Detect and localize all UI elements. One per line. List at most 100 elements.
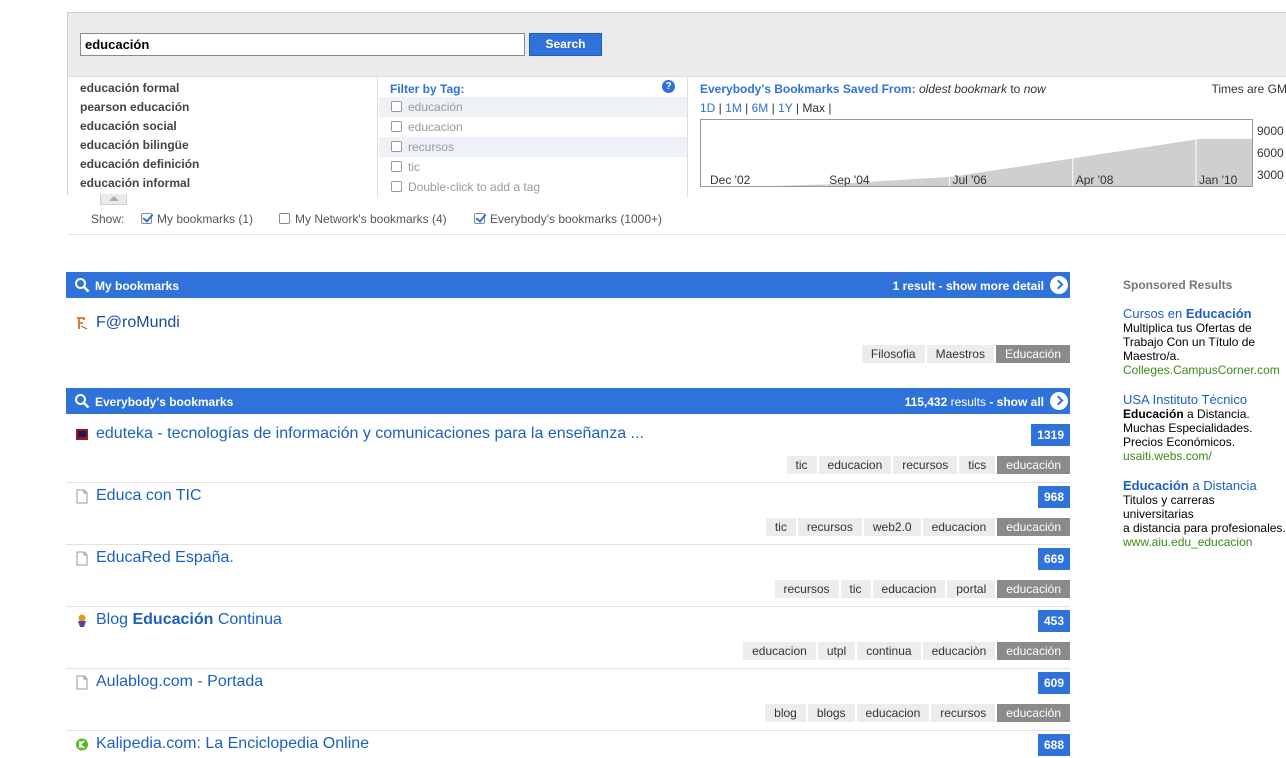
range-1m[interactable]: 1M — [725, 101, 742, 115]
checkbox-icon[interactable] — [391, 141, 402, 152]
related-search-link[interactable]: educación bilingüe — [80, 138, 380, 157]
add-tag-placeholder: Double-click to add a tag — [408, 180, 541, 194]
ad-title-text: a Distancia — [1188, 478, 1257, 493]
divider — [66, 668, 1070, 669]
save-count-badge[interactable]: 1319 — [1031, 424, 1070, 446]
show-my-bookmarks[interactable]: My bookmarks (1) — [141, 212, 253, 226]
save-count-badge[interactable]: 669 — [1037, 548, 1070, 570]
help-icon[interactable]: ? — [662, 80, 675, 93]
related-search-link[interactable]: educación definición — [80, 157, 380, 176]
save-count-badge[interactable]: 609 — [1037, 672, 1070, 694]
save-count-badge[interactable]: 688 — [1037, 734, 1070, 756]
tag[interactable]: educacion — [856, 704, 930, 722]
tag[interactable]: recursos — [893, 456, 958, 474]
checkbox-icon[interactable] — [279, 213, 290, 224]
tag-highlighted[interactable]: educación — [997, 642, 1070, 660]
filter-tag-item[interactable]: educación — [379, 97, 687, 117]
bookmark-title-link[interactable]: EducaRed España. — [96, 549, 234, 567]
tag[interactable]: educacion — [922, 518, 996, 536]
save-count-badge[interactable]: 453 — [1037, 610, 1070, 632]
x-tick-label: Jul '06 — [953, 173, 988, 187]
tag[interactable]: educaciòn — [922, 642, 996, 660]
tag-highlighted[interactable]: educación — [997, 518, 1070, 536]
checkbox-icon[interactable] — [391, 181, 402, 192]
bookmark-title-link[interactable]: Educa con TIC — [96, 487, 202, 505]
checkbox-icon[interactable] — [391, 101, 402, 112]
tag-highlighted[interactable]: educación — [997, 456, 1070, 474]
bookmark-title-link[interactable]: F@roMundi — [96, 314, 180, 332]
filter-tag-item[interactable]: tic — [379, 157, 687, 177]
tag[interactable]: portal — [947, 580, 996, 598]
related-search-link[interactable]: educación social — [80, 119, 380, 138]
x-tick-label: Apr '08 — [1076, 173, 1114, 187]
checkbox-icon[interactable] — [391, 121, 402, 132]
search-input[interactable] — [80, 33, 525, 56]
show-all-link[interactable]: 115,432 results - show all — [905, 395, 1044, 409]
search-button[interactable]: Search — [529, 33, 602, 56]
tag-list: blog blogs educacion recursos educación — [765, 704, 1070, 722]
tag[interactable]: Maestros — [926, 345, 994, 363]
tag[interactable]: continua — [857, 642, 921, 660]
tag[interactable]: educacion — [743, 642, 816, 660]
tag[interactable]: blog — [765, 704, 806, 722]
tag-list: recursos tic educacion portal educación — [774, 580, 1070, 598]
checkbox-icon[interactable] — [391, 161, 402, 172]
tag[interactable]: utpl — [817, 642, 856, 660]
bookmark-title-link[interactable]: Aulablog.com - Portada — [96, 673, 263, 691]
collapse-panel-tab[interactable] — [100, 194, 127, 205]
ad-url[interactable]: Colleges.CampusCorner.com — [1123, 363, 1286, 378]
tag[interactable]: tic — [765, 518, 796, 536]
ad-title-link[interactable]: Educación a Distancia — [1123, 478, 1286, 493]
show-more-detail-link[interactable]: 1 result - show more detail — [893, 279, 1044, 293]
show-everybody-bookmarks[interactable]: Everybody's bookmarks (1000+) — [474, 212, 662, 226]
tag-highlighted[interactable]: Educación — [995, 345, 1070, 363]
faromundi-icon — [77, 317, 88, 330]
save-count-badge[interactable]: 968 — [1037, 486, 1070, 508]
tag[interactable]: Filosofia — [861, 345, 925, 363]
bookmarks-history-chart[interactable]: Dec '02 Sep '04 Jul '06 Apr '08 Jan '10 — [700, 119, 1253, 187]
sponsored-ad: USA Instituto Técnico Educación a Distan… — [1123, 392, 1286, 464]
bookmark-title-link[interactable]: Kalipedia.com: La Enciclopedia Online — [96, 735, 369, 753]
related-search-link[interactable]: pearson educación — [80, 100, 380, 119]
filter-tag-label: educacion — [408, 120, 463, 134]
arrow-right-icon[interactable] — [1050, 276, 1068, 294]
bookmark-title-link[interactable]: Blog Educación Continua — [96, 611, 282, 629]
range-1y[interactable]: 1Y — [778, 101, 792, 115]
show-network-bookmarks[interactable]: My Network's bookmarks (4) — [279, 212, 447, 226]
ad-title-link[interactable]: Cursos en Educación — [1123, 306, 1286, 321]
tag[interactable]: tics — [959, 456, 996, 474]
show-option-label: My bookmarks (1) — [157, 212, 254, 226]
sponsored-results: Sponsored Results Cursos en Educación Mu… — [1123, 278, 1286, 564]
arrow-right-icon[interactable] — [1050, 392, 1068, 410]
tag[interactable]: educacion — [818, 456, 892, 474]
tag[interactable]: tic — [786, 456, 817, 474]
tag[interactable]: recursos — [931, 704, 996, 722]
related-search-link[interactable]: educación formal — [80, 81, 380, 100]
show-option-label: My Network's bookmarks (4) — [295, 212, 447, 226]
related-search-link[interactable]: educación informal — [80, 176, 380, 195]
ad-url[interactable]: usaiti.webs.com/ — [1123, 449, 1286, 464]
filter-tag-label: recursos — [408, 140, 455, 154]
tag[interactable]: recursos — [797, 518, 862, 536]
tag[interactable]: blogs — [807, 704, 855, 722]
filter-tag-item[interactable]: recursos — [379, 137, 687, 157]
range-max[interactable]: Max — [802, 101, 825, 115]
tag[interactable]: educacion — [872, 580, 946, 598]
add-tag-field[interactable]: Double-click to add a tag — [379, 177, 687, 197]
filter-tag-item[interactable]: educacion — [379, 117, 687, 137]
ad-title-link[interactable]: USA Instituto Técnico — [1123, 392, 1286, 407]
section-title: Everybody's bookmarks — [95, 395, 234, 409]
tag[interactable]: web2.0 — [863, 518, 921, 536]
filter-tag-label: tic — [408, 160, 420, 174]
history-chart-svg: Dec '02 Sep '04 Jul '06 Apr '08 Jan '10 — [710, 120, 1252, 187]
range-1d[interactable]: 1D — [700, 101, 715, 115]
tag-highlighted[interactable]: educación — [997, 704, 1070, 722]
tag-highlighted[interactable]: educación — [997, 580, 1070, 598]
tag[interactable]: recursos — [774, 580, 839, 598]
bookmark-title-link[interactable]: eduteka - tecnologías de información y c… — [96, 425, 644, 443]
range-6m[interactable]: 6M — [752, 101, 769, 115]
checkbox-checked-icon[interactable] — [474, 213, 485, 224]
tag[interactable]: tic — [840, 580, 871, 598]
ad-url[interactable]: www.aiu.edu_educacion — [1123, 535, 1286, 550]
checkbox-checked-icon[interactable] — [141, 213, 152, 224]
